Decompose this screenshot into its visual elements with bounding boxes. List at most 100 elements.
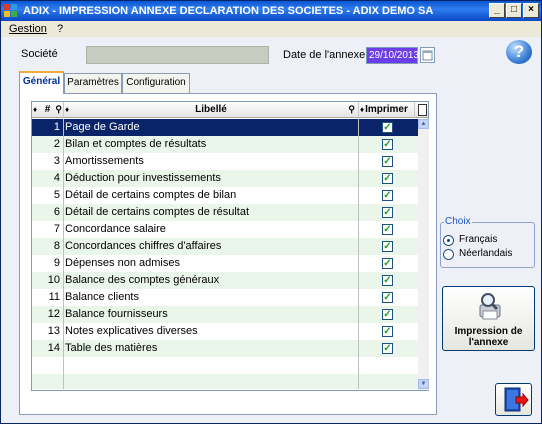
row-libelle: Balance clients [65, 291, 139, 303]
exit-door-icon [504, 387, 529, 412]
societe-field[interactable] [86, 46, 269, 64]
row-number: 5 [53, 189, 60, 201]
imprimer-checkbox[interactable]: ✓ [382, 258, 393, 269]
window-title: ADIX - IMPRESSION ANNEXE DECLARATION DES… [23, 5, 434, 17]
title-bar[interactable]: ADIX - IMPRESSION ANNEXE DECLARATION DES… [1, 1, 541, 21]
print-magnifier-icon [479, 293, 500, 320]
row-number: 3 [53, 155, 60, 167]
scroll-down-button[interactable]: ▼ [418, 379, 429, 389]
row-libelle: Dépenses non admises [65, 257, 180, 269]
empty-row [32, 374, 418, 389]
vertical-scrollbar[interactable]: ▲ ▼ [418, 119, 429, 390]
table-row[interactable]: 12 Balance fournisseurs ✓ [32, 306, 418, 323]
row-libelle: Bilan et comptes de résultats [65, 138, 207, 150]
row-libelle: Déduction pour investissements [65, 172, 221, 184]
row-number: 10 [47, 274, 60, 286]
imprimer-checkbox[interactable]: ✓ [382, 309, 393, 320]
app-logo-icon [4, 4, 18, 18]
menu-gestion[interactable]: Gestion [9, 21, 47, 37]
menu-bar: Gestion ? [1, 21, 541, 37]
table-header: ♦ # ⚲ ♦ Libellé ⚲ ♦ Imprimer [32, 102, 428, 118]
imprimer-checkbox[interactable]: ✓ [382, 156, 393, 167]
imprimer-checkbox[interactable]: ✓ [382, 122, 393, 133]
row-libelle: Détail de certains comptes de bilan [65, 189, 237, 201]
row-number: 4 [53, 172, 60, 184]
calendar-button[interactable] [420, 47, 435, 63]
table-row[interactable]: 14 Table des matières ✓ [32, 340, 418, 357]
row-number: 13 [47, 325, 60, 337]
print-annex-button[interactable]: Impression de l'annexe [442, 286, 535, 351]
table-row[interactable]: 1 Page de Garde ✓ [32, 119, 418, 136]
close-button[interactable]: × [523, 3, 539, 18]
radio-neerlandais-label[interactable]: Néerlandais [459, 248, 512, 259]
help-icon[interactable]: ? [506, 40, 532, 64]
scroll-up-button[interactable]: ▲ [418, 119, 429, 129]
row-number: 14 [47, 342, 60, 354]
column-header-imprimer[interactable]: ♦ Imprimer [359, 102, 415, 118]
calendar-icon [422, 50, 433, 61]
imprimer-checkbox[interactable]: ✓ [382, 241, 393, 252]
row-libelle: Page de Garde [65, 121, 140, 133]
column-header-num[interactable]: ♦ # ⚲ [32, 102, 64, 118]
search-icon: ⚲ [348, 104, 355, 114]
imprimer-checkbox[interactable]: ✓ [382, 139, 393, 150]
search-icon: ⚲ [55, 104, 62, 114]
radio-neerlandais[interactable] [443, 249, 454, 260]
row-libelle: Table des matières [65, 342, 158, 354]
table-row[interactable]: 8 Concordances chiffres d'affaires ✓ [32, 238, 418, 255]
row-number: 7 [53, 223, 60, 235]
imprimer-checkbox[interactable]: ✓ [382, 292, 393, 303]
annex-table[interactable]: ♦ # ⚲ ♦ Libellé ⚲ ♦ Imprimer 1 Page de Ga… [31, 101, 429, 391]
row-number: 2 [53, 138, 60, 150]
print-button-label-1: Impression de [454, 326, 523, 337]
table-row[interactable]: 4 Déduction pour investissements ✓ [32, 170, 418, 187]
row-libelle: Amortissements [65, 155, 144, 167]
tab-configuration[interactable]: Configuration [122, 73, 190, 93]
radio-francais[interactable] [443, 235, 454, 246]
row-libelle: Notes explicatives diverses [65, 325, 198, 337]
imprimer-checkbox[interactable]: ✓ [382, 343, 393, 354]
row-number: 12 [47, 308, 60, 320]
menu-help[interactable]: ? [57, 21, 63, 37]
exit-button[interactable] [495, 383, 532, 416]
imprimer-checkbox[interactable]: ✓ [382, 173, 393, 184]
row-libelle: Concordances chiffres d'affaires [65, 240, 222, 252]
columns-config-icon[interactable] [418, 104, 427, 116]
radio-francais-label[interactable]: Français [459, 234, 497, 245]
table-row[interactable]: 9 Dépenses non admises ✓ [32, 255, 418, 272]
row-libelle: Balance des comptes généraux [65, 274, 220, 286]
maximize-button[interactable]: □ [506, 3, 522, 18]
sort-icon: ♦ [65, 105, 70, 114]
imprimer-checkbox[interactable]: ✓ [382, 207, 393, 218]
table-row[interactable]: 7 Concordance salaire ✓ [32, 221, 418, 238]
row-number: 9 [53, 257, 60, 269]
row-number: 8 [53, 240, 60, 252]
table-body: 1 Page de Garde ✓ 2 Bilan et comptes de résu… [32, 119, 418, 389]
sort-icon: ♦ [33, 105, 38, 114]
imprimer-checkbox[interactable]: ✓ [382, 190, 393, 201]
date-label: Date de l'annexe [283, 49, 366, 61]
societe-label: Société [21, 48, 58, 60]
choix-group [440, 222, 535, 268]
table-row[interactable]: 11 Balance clients ✓ [32, 289, 418, 306]
sort-icon: ♦ [360, 105, 365, 114]
main-window: ADIX - IMPRESSION ANNEXE DECLARATION DES… [0, 0, 542, 424]
table-row[interactable]: 13 Notes explicatives diverses ✓ [32, 323, 418, 340]
column-header-libelle[interactable]: ♦ Libellé ⚲ [64, 102, 359, 118]
table-row[interactable]: 10 Balance des comptes généraux ✓ [32, 272, 418, 289]
date-field[interactable]: 29/10/2013 [366, 47, 419, 64]
row-libelle: Concordance salaire [65, 223, 166, 235]
table-row[interactable]: 2 Bilan et comptes de résultats ✓ [32, 136, 418, 153]
table-row[interactable]: 3 Amortissements ✓ [32, 153, 418, 170]
minimize-button[interactable]: _ [489, 3, 505, 18]
table-row[interactable]: 6 Détail de certains comptes de résultat ✓ [32, 204, 418, 221]
tab-parametres[interactable]: Paramètres [64, 73, 122, 93]
imprimer-checkbox[interactable]: ✓ [382, 224, 393, 235]
imprimer-checkbox[interactable]: ✓ [382, 275, 393, 286]
imprimer-checkbox[interactable]: ✓ [382, 326, 393, 337]
table-row[interactable]: 5 Détail de certains comptes de bilan ✓ [32, 187, 418, 204]
row-number: 6 [53, 206, 60, 218]
tab-general[interactable]: Général [19, 71, 64, 94]
row-libelle: Balance fournisseurs [65, 308, 168, 320]
row-number: 1 [53, 121, 60, 133]
